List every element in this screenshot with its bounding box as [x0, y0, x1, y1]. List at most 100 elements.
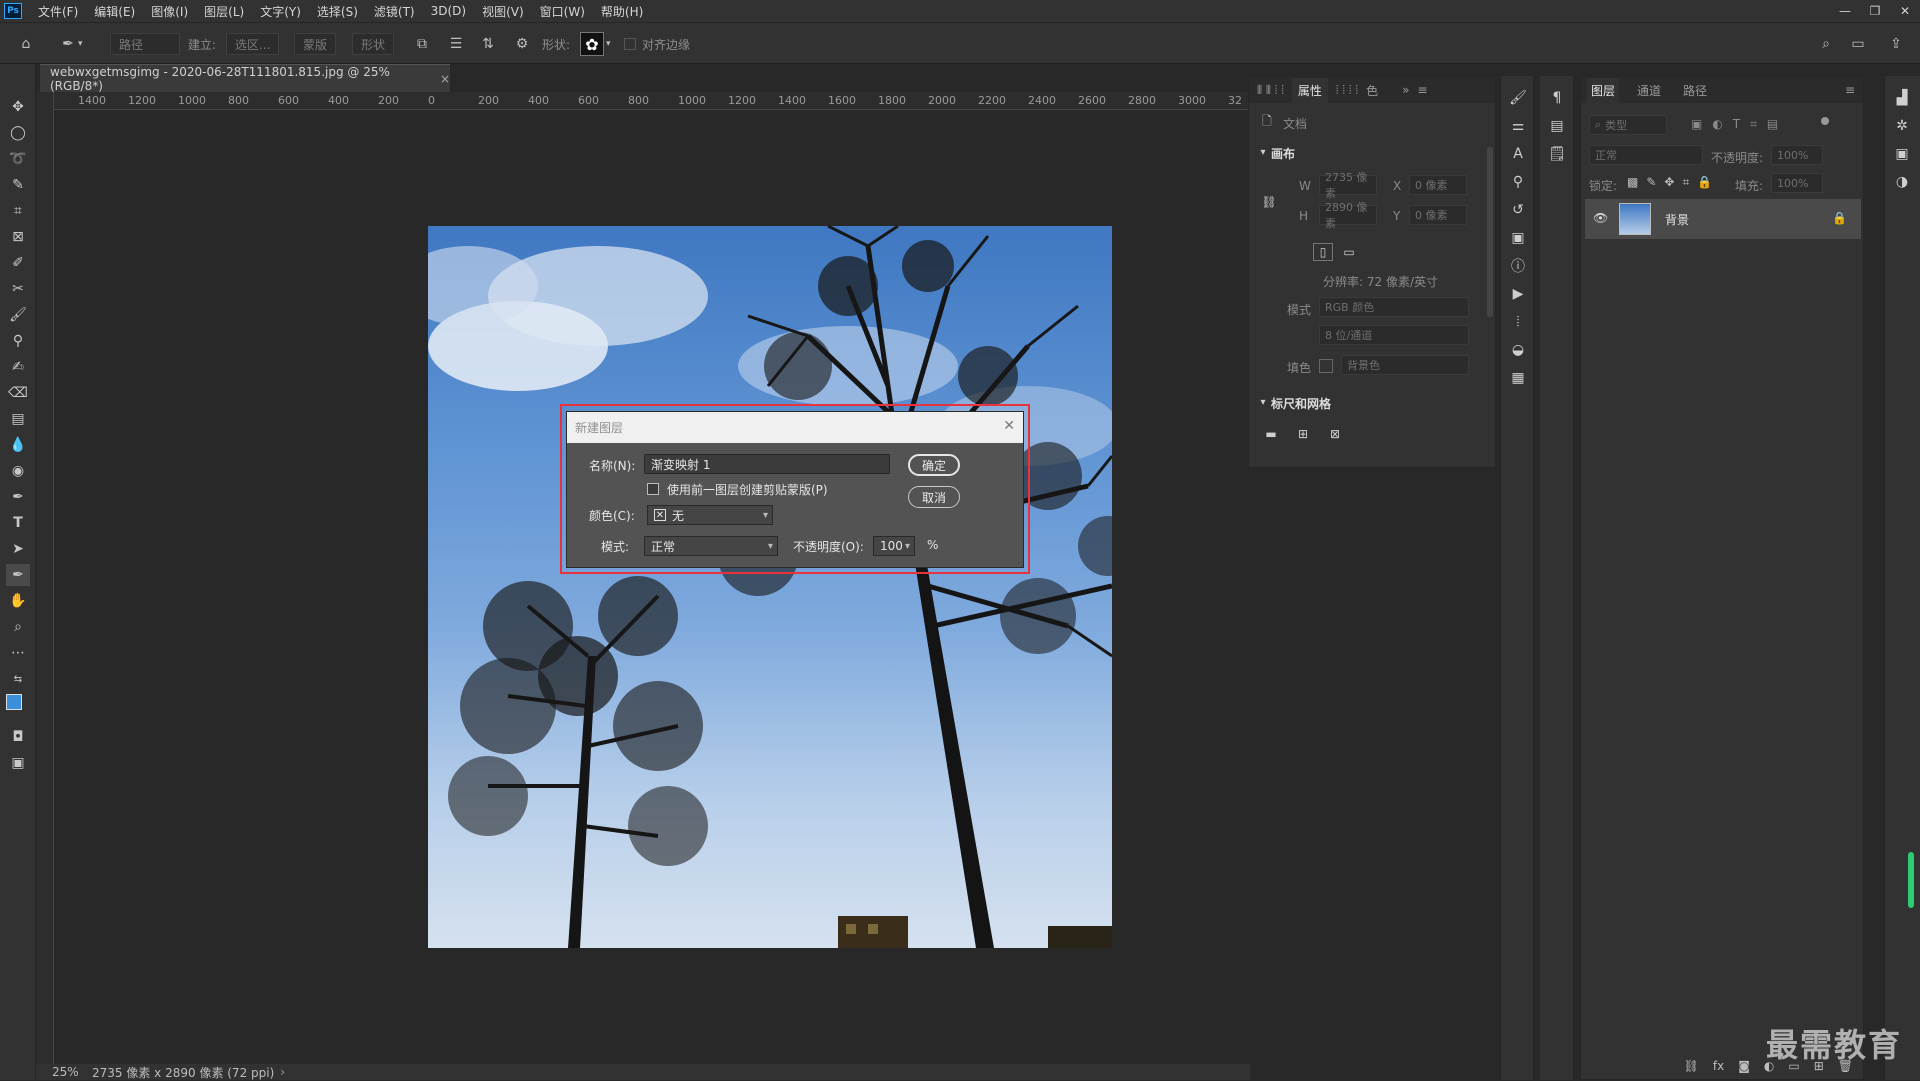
gradient-tool-icon[interactable]: ▤ [6, 408, 30, 430]
color-select[interactable]: ✕ 无 ▾ [647, 505, 773, 525]
blend-mode-select[interactable]: 正常 ▾ [644, 536, 778, 556]
make-mask-button[interactable]: 蒙版 [294, 33, 337, 55]
layer-filter-icons[interactable]: ▣◐T⌗▤ [1691, 117, 1788, 132]
libraries-icon[interactable]: ▤ [1547, 116, 1567, 136]
menu-filter[interactable]: 滤镜(T) [366, 3, 423, 20]
tab-color[interactable]: 色 [1366, 82, 1378, 99]
canvas-width-field[interactable]: 2735 像素 [1319, 171, 1377, 200]
canvas-height-field[interactable]: 2890 像素 [1319, 201, 1377, 230]
crop-tool-icon[interactable]: ⌗ [6, 200, 30, 222]
tab-channels[interactable]: 通道 [1633, 78, 1665, 103]
actions-play-icon[interactable]: ▶ [1508, 284, 1528, 304]
layer-name-input[interactable]: 渐变映射 1 [644, 454, 890, 474]
share-icon[interactable]: ⇪ [1886, 33, 1906, 55]
blur-tool-icon[interactable]: 💧 [6, 434, 30, 456]
add-mask-icon[interactable]: ◙ [1738, 1059, 1750, 1073]
canvas-y-field[interactable]: 0 像素 [1409, 205, 1467, 225]
close-icon[interactable]: × [440, 72, 450, 86]
link-layers-icon[interactable]: ⛓ [1684, 1059, 1699, 1073]
grid-icon[interactable]: ⊞ [1293, 425, 1313, 443]
chevron-down-icon[interactable]: ▾ [1253, 393, 1273, 411]
panel-menu-icon[interactable]: ≡ [1417, 83, 1427, 97]
screen-mode-icon[interactable]: ▣ [6, 752, 30, 774]
pen-tool-preset-icon[interactable]: ✒ ▾ [58, 33, 82, 55]
foreground-color-swatch[interactable] [6, 694, 22, 710]
tab-properties[interactable]: 属性 [1291, 77, 1328, 103]
quick-selection-tool-icon[interactable]: ✎ [6, 174, 30, 196]
panel-group-icons[interactable]: ⫴ ⫴ ⦙ ⦙ [1257, 83, 1284, 98]
status-chevron-icon[interactable]: › [280, 1065, 285, 1079]
layer-filter-kind-select[interactable]: ⌕ 类型 [1589, 115, 1667, 135]
more-tools-icon[interactable]: ⋯ [6, 642, 30, 664]
character-icon[interactable]: A [1508, 144, 1528, 164]
chevron-down-icon[interactable]: ▾ [1253, 143, 1273, 161]
properties-scrollbar[interactable] [1487, 147, 1493, 317]
path-arrangement-icon[interactable]: ⇅ [478, 33, 498, 55]
panel-menu-icon[interactable]: ≡ [1841, 79, 1859, 101]
close-icon[interactable]: ✕ [1003, 418, 1015, 434]
path-alignment-icon[interactable]: ☰ [446, 33, 466, 55]
hand-tool-icon[interactable]: ✋ [6, 590, 30, 612]
swatches-icon[interactable]: ▣ [1892, 144, 1912, 164]
tab-paths[interactable]: 路径 [1679, 78, 1711, 103]
menu-image[interactable]: 图像(I) [143, 3, 196, 20]
brush-settings-icon[interactable]: 🖌 [1508, 88, 1528, 108]
menu-type[interactable]: 文字(Y) [252, 3, 309, 20]
layer-style-icon[interactable]: fx [1713, 1059, 1724, 1073]
filter-toggle-icon[interactable] [1821, 117, 1829, 125]
glyphs-icon[interactable]: ▣ [1508, 228, 1528, 248]
notes-icon[interactable]: 🗒 [1547, 144, 1567, 164]
align-edges-checkbox[interactable]: 对齐边缘 [624, 33, 690, 55]
adjustments-icon[interactable]: ⚌ [1508, 116, 1528, 136]
menu-3d[interactable]: 3D(D) [423, 4, 474, 18]
fill-swatch[interactable] [1319, 359, 1333, 373]
document-image[interactable] [428, 226, 1112, 948]
elliptical-marquee-tool-icon[interactable]: ◯ [6, 122, 30, 144]
gear-icon[interactable]: ⚙ [512, 33, 532, 55]
path-mode-select[interactable]: 路径 [110, 33, 180, 55]
menu-select[interactable]: 选择(S) [309, 3, 366, 20]
history-brush-tool-icon[interactable]: ✍ [6, 356, 30, 378]
paths-icon[interactable]: ⦙ [1508, 312, 1528, 332]
move-tool-icon[interactable]: ✥ [6, 96, 30, 118]
quick-mask-icon[interactable]: ◘ [6, 726, 30, 748]
minimize-icon[interactable]: — [1830, 0, 1860, 22]
document-tab[interactable]: webwxgetmsgimg - 2020-06-28T111801.815.j… [40, 64, 450, 93]
menu-layer[interactable]: 图层(L) [196, 3, 252, 20]
layer-opacity-field[interactable]: 100% [1771, 145, 1823, 165]
zoom-tool-icon[interactable]: ⌕ [6, 616, 30, 638]
shape-preset-swatch[interactable]: ✿ ▾ [580, 32, 611, 56]
table-icon[interactable]: ▦ [1508, 368, 1528, 388]
brush-tool-icon[interactable]: 🖌 [6, 304, 30, 326]
3d-icon[interactable]: ◒ [1508, 340, 1528, 360]
menu-view[interactable]: 视图(V) [474, 3, 532, 20]
expand-panels-icon[interactable]: » [1402, 83, 1409, 97]
layer-fill-field[interactable]: 100% [1771, 173, 1823, 193]
workspace-icon[interactable]: ▭ [1848, 33, 1868, 55]
menu-help[interactable]: 帮助(H) [593, 3, 651, 20]
paragraph-icon[interactable]: ¶ [1547, 88, 1567, 108]
info-icon[interactable]: ⓘ [1508, 256, 1528, 276]
close-icon[interactable]: ✕ [1890, 0, 1920, 22]
home-icon[interactable]: ⌂ [16, 33, 36, 55]
layer-row-background[interactable]: 👁 背景 🔒 [1585, 199, 1861, 239]
healing-brush-tool-icon[interactable]: ✂ [6, 278, 30, 300]
color-mode-select[interactable]: RGB 颜色 [1319, 297, 1469, 317]
path-selection-tool-icon[interactable]: ➤ [6, 538, 30, 560]
lock-icons[interactable]: ▩✎✥⌗🔒 [1627, 175, 1720, 190]
make-shape-button[interactable]: 形状 [352, 33, 395, 55]
history-icon[interactable]: ↺ [1508, 200, 1528, 220]
frame-tool-icon[interactable]: ⊠ [6, 226, 30, 248]
menu-edit[interactable]: 编辑(E) [86, 3, 143, 20]
color-wheel-icon[interactable]: ◑ [1892, 172, 1912, 192]
type-tool-icon[interactable]: T [6, 512, 30, 534]
tab-layers[interactable]: 图层 [1587, 77, 1620, 103]
eye-icon[interactable]: 👁 [1593, 211, 1608, 225]
clipping-mask-checkbox[interactable] [647, 483, 659, 495]
path-operations-icon[interactable]: ⧉ [412, 33, 432, 55]
guides-icon[interactable]: ⊠ [1325, 425, 1345, 443]
make-selection-button[interactable]: 选区... [226, 33, 280, 55]
zoom-level[interactable]: 25% [52, 1065, 92, 1079]
pen-tool-icon[interactable]: ✒ [6, 486, 30, 508]
restore-icon[interactable]: ❐ [1860, 0, 1890, 22]
